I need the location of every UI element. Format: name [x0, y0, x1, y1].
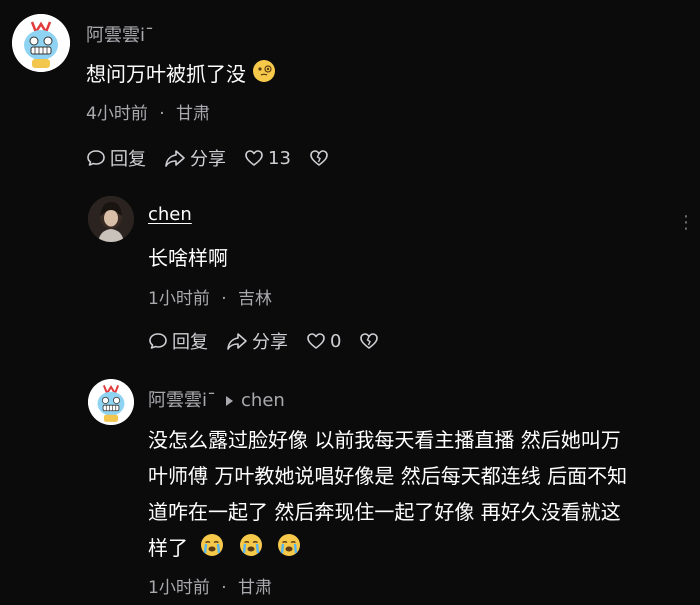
comment-text: 没怎么露过脸好像 以前我每天看主播直播 然后她叫万 叶师傅 万叶教她说唱好像是 …	[148, 422, 693, 568]
dislike-button[interactable]	[359, 331, 383, 351]
comment-text: 长啥样啊	[148, 246, 228, 270]
like-count: 13	[268, 147, 291, 169]
reply-button[interactable]: 回复	[148, 328, 208, 354]
avatar[interactable]	[12, 14, 70, 72]
reply-label: 回复	[172, 332, 208, 353]
share-button[interactable]: 分享	[164, 145, 226, 171]
meta-separator: ·	[221, 578, 227, 598]
comment-actions: 回复 分享 0	[148, 328, 401, 354]
comment-location: 吉林	[238, 289, 273, 309]
reply-icon	[87, 150, 105, 166]
comment-meta: 4小时前 · 甘肃	[86, 99, 210, 124]
reply-label: 回复	[110, 149, 146, 170]
share-label: 分享	[252, 332, 288, 353]
comment-location: 甘肃	[176, 104, 211, 124]
comment-time: 1小时前	[148, 289, 210, 309]
reply-arrow-icon	[226, 395, 234, 406]
more-dots-icon[interactable]: ⋮	[677, 212, 697, 233]
reply-icon	[149, 333, 167, 349]
avatar[interactable]	[88, 196, 134, 242]
comment-username[interactable]: 阿雲雲i¯	[86, 21, 154, 47]
comment-time: 4小时前	[86, 104, 148, 124]
loudly-crying-face-icon	[200, 532, 224, 568]
dislike-button[interactable]	[309, 148, 333, 168]
share-icon	[227, 333, 247, 350]
meta-separator: ·	[159, 104, 165, 124]
meta-separator: ·	[221, 289, 227, 309]
comment-meta: 1小时前 · 吉林	[148, 284, 272, 309]
heart-icon	[307, 333, 325, 349]
like-count: 0	[330, 330, 342, 352]
face-with-monocle-icon	[252, 58, 276, 94]
comment-text-line: 叶师傅 万叶教她说唱好像是 然后每天都连线 后面不知	[148, 464, 628, 488]
comment-text-line: 道咋在一起了 然后奔现住一起了好像 再好久没看就这	[148, 500, 621, 524]
share-icon	[165, 150, 185, 167]
comment-actions: 回复 分享 13	[86, 145, 351, 171]
avatar[interactable]	[88, 379, 134, 425]
broken-heart-icon	[360, 333, 379, 349]
reply-button[interactable]: 回复	[86, 145, 146, 171]
comment-username-with-reply-target: 阿雲雲i¯ chen	[148, 386, 285, 412]
reply-target-username[interactable]: chen	[241, 390, 285, 411]
comment-username[interactable]: chen	[148, 204, 192, 225]
like-button[interactable]: 0	[306, 331, 341, 352]
like-button[interactable]: 13	[244, 148, 291, 169]
avatar-photo-image	[88, 196, 134, 242]
comment-text-line-last: 样了	[148, 530, 693, 568]
heart-icon	[245, 150, 263, 166]
comment-meta: 1小时前 · 甘肃	[148, 573, 272, 598]
share-button[interactable]: 分享	[226, 328, 288, 354]
avatar-cartoon-image	[88, 379, 134, 425]
avatar-cartoon-image	[12, 14, 70, 72]
broken-heart-icon	[310, 150, 328, 166]
comment-text-line: 没怎么露过脸好像 以前我每天看主播直播 然后她叫万	[148, 428, 621, 452]
loudly-crying-face-icon	[239, 532, 263, 568]
comment-location: 甘肃	[238, 578, 273, 598]
share-label: 分享	[190, 149, 226, 170]
comment-username[interactable]: 阿雲雲i¯	[148, 390, 216, 411]
loudly-crying-face-icon	[277, 532, 301, 568]
comment-time: 1小时前	[148, 578, 210, 598]
comment-text: 想问万叶被抓了没	[86, 56, 276, 94]
